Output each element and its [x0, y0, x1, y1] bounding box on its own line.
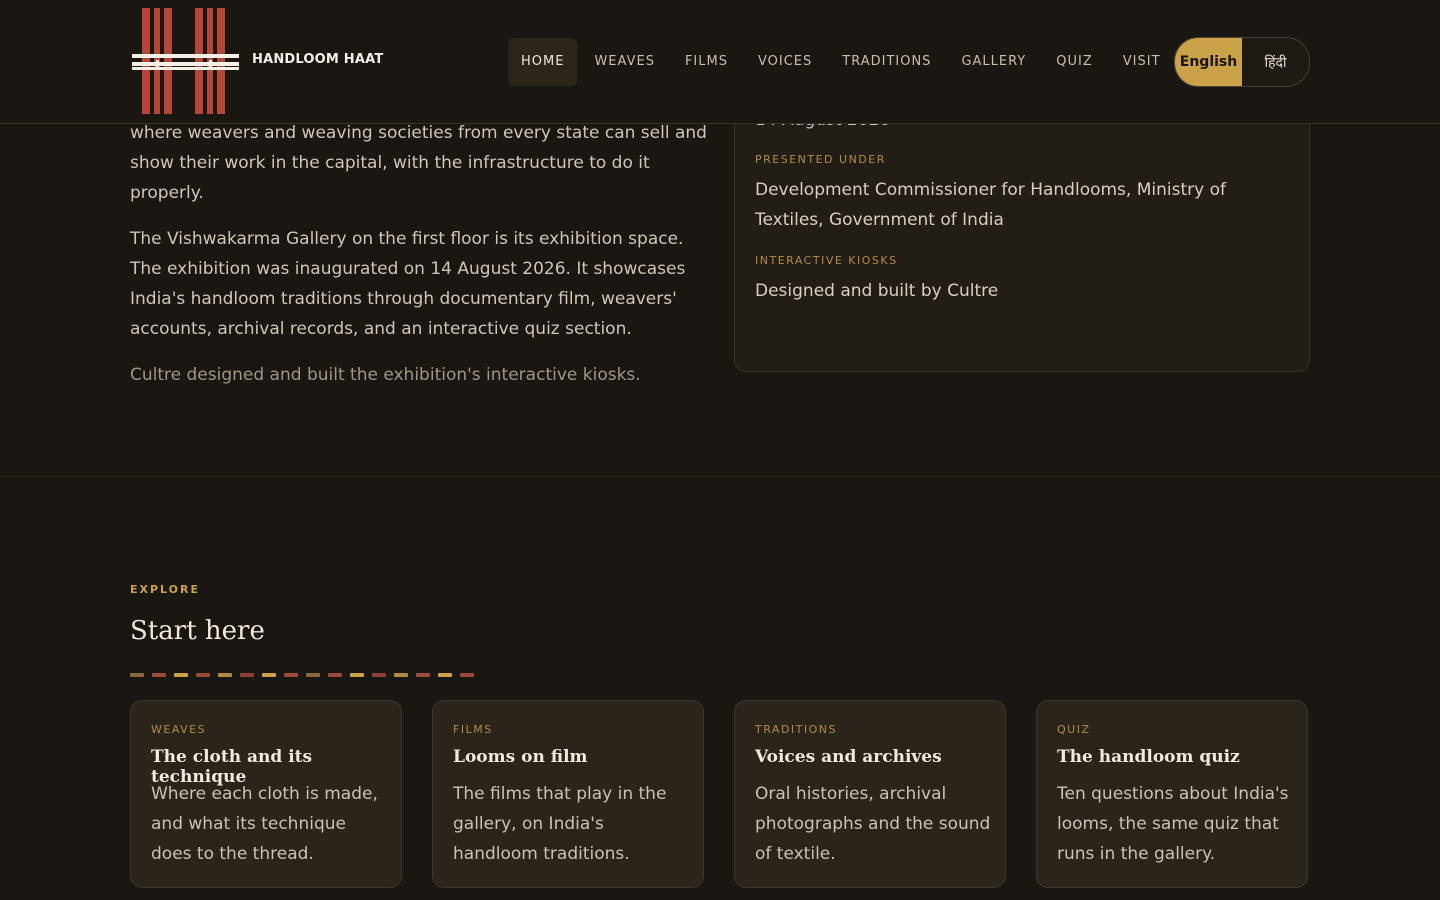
weave-dash: [240, 673, 254, 677]
nav-traditions[interactable]: TRADITIONS: [829, 38, 944, 86]
card-traditions[interactable]: TRADITIONS Voices and archives Oral hist…: [734, 700, 1006, 888]
weave-dash: [196, 673, 210, 677]
kiosks-value: Designed and built by Cultre: [755, 281, 999, 301]
card-tag: FILMS: [453, 723, 493, 736]
main-nav: HOME WEAVES FILMS VOICES TRADITIONS GALL…: [508, 38, 1178, 86]
handloom-logo-icon[interactable]: [132, 8, 242, 114]
card-quiz[interactable]: QUIZ The handloom quiz Ten questions abo…: [1036, 700, 1308, 888]
brand-name[interactable]: HANDLOOM HAAT: [252, 52, 383, 67]
language-toggle: English हिंदी: [1174, 37, 1310, 87]
kiosks-label: INTERACTIVE KIOSKS: [755, 254, 898, 267]
weave-dash: [284, 673, 298, 677]
weave-dash: [174, 673, 188, 677]
card-tag: QUIZ: [1057, 723, 1091, 736]
nav-gallery[interactable]: GALLERY: [948, 38, 1039, 86]
lang-english-button[interactable]: English: [1175, 38, 1242, 86]
section-divider: [0, 476, 1440, 477]
card-description: The films that play in the gallery, on I…: [453, 784, 667, 864]
dashed-weave-divider: [130, 673, 482, 677]
nav-quiz[interactable]: QUIZ: [1043, 38, 1106, 86]
weave-dash: [416, 673, 430, 677]
explore-eyebrow: EXPLORE: [130, 583, 201, 596]
card-title: Voices and archives: [755, 747, 942, 767]
weave-dash: [306, 673, 320, 677]
weave-dash: [394, 673, 408, 677]
presented-under-value: Development Commissioner for Handlooms, …: [755, 180, 1226, 230]
about-text: where weavers and weaving societies from…: [130, 118, 710, 406]
about-paragraph-1: where weavers and weaving societies from…: [130, 123, 707, 203]
nav-visit[interactable]: VISIT: [1110, 38, 1174, 86]
card-description: Oral histories, archival photographs and…: [755, 784, 991, 864]
nav-home[interactable]: HOME: [508, 38, 578, 86]
weave-dash: [460, 673, 474, 677]
card-title: Looms on film: [453, 747, 588, 767]
card-weaves[interactable]: WEAVES The cloth and its technique Where…: [130, 700, 402, 888]
about-paragraph-3: Cultre designed and built the exhibition…: [130, 365, 641, 385]
about-paragraph-2: The Vishwakarma Gallery on the first flo…: [130, 229, 686, 339]
lang-hindi-button[interactable]: हिंदी: [1242, 38, 1309, 86]
card-description: Where each cloth is made, and what its t…: [151, 784, 378, 864]
nav-films[interactable]: FILMS: [672, 38, 741, 86]
weave-dash: [152, 673, 166, 677]
card-films[interactable]: FILMS Looms on film The films that play …: [432, 700, 704, 888]
presented-under-label: PRESENTED UNDER: [755, 153, 886, 166]
weave-dash: [438, 673, 452, 677]
card-title: The handloom quiz: [1057, 747, 1240, 767]
weave-dash: [218, 673, 232, 677]
weave-dash: [130, 673, 144, 677]
weave-dash: [350, 673, 364, 677]
weave-dash: [262, 673, 276, 677]
card-tag: WEAVES: [151, 723, 207, 736]
site-header: HANDLOOM HAAT HOME WEAVES FILMS VOICES T…: [0, 0, 1440, 124]
nav-weaves[interactable]: WEAVES: [581, 38, 668, 86]
section-title: Start here: [130, 616, 265, 646]
card-tag: TRADITIONS: [755, 723, 837, 736]
card-description: Ten questions about India's looms, the s…: [1057, 784, 1289, 864]
nav-voices[interactable]: VOICES: [745, 38, 825, 86]
weave-dash: [328, 673, 342, 677]
weave-dash: [372, 673, 386, 677]
